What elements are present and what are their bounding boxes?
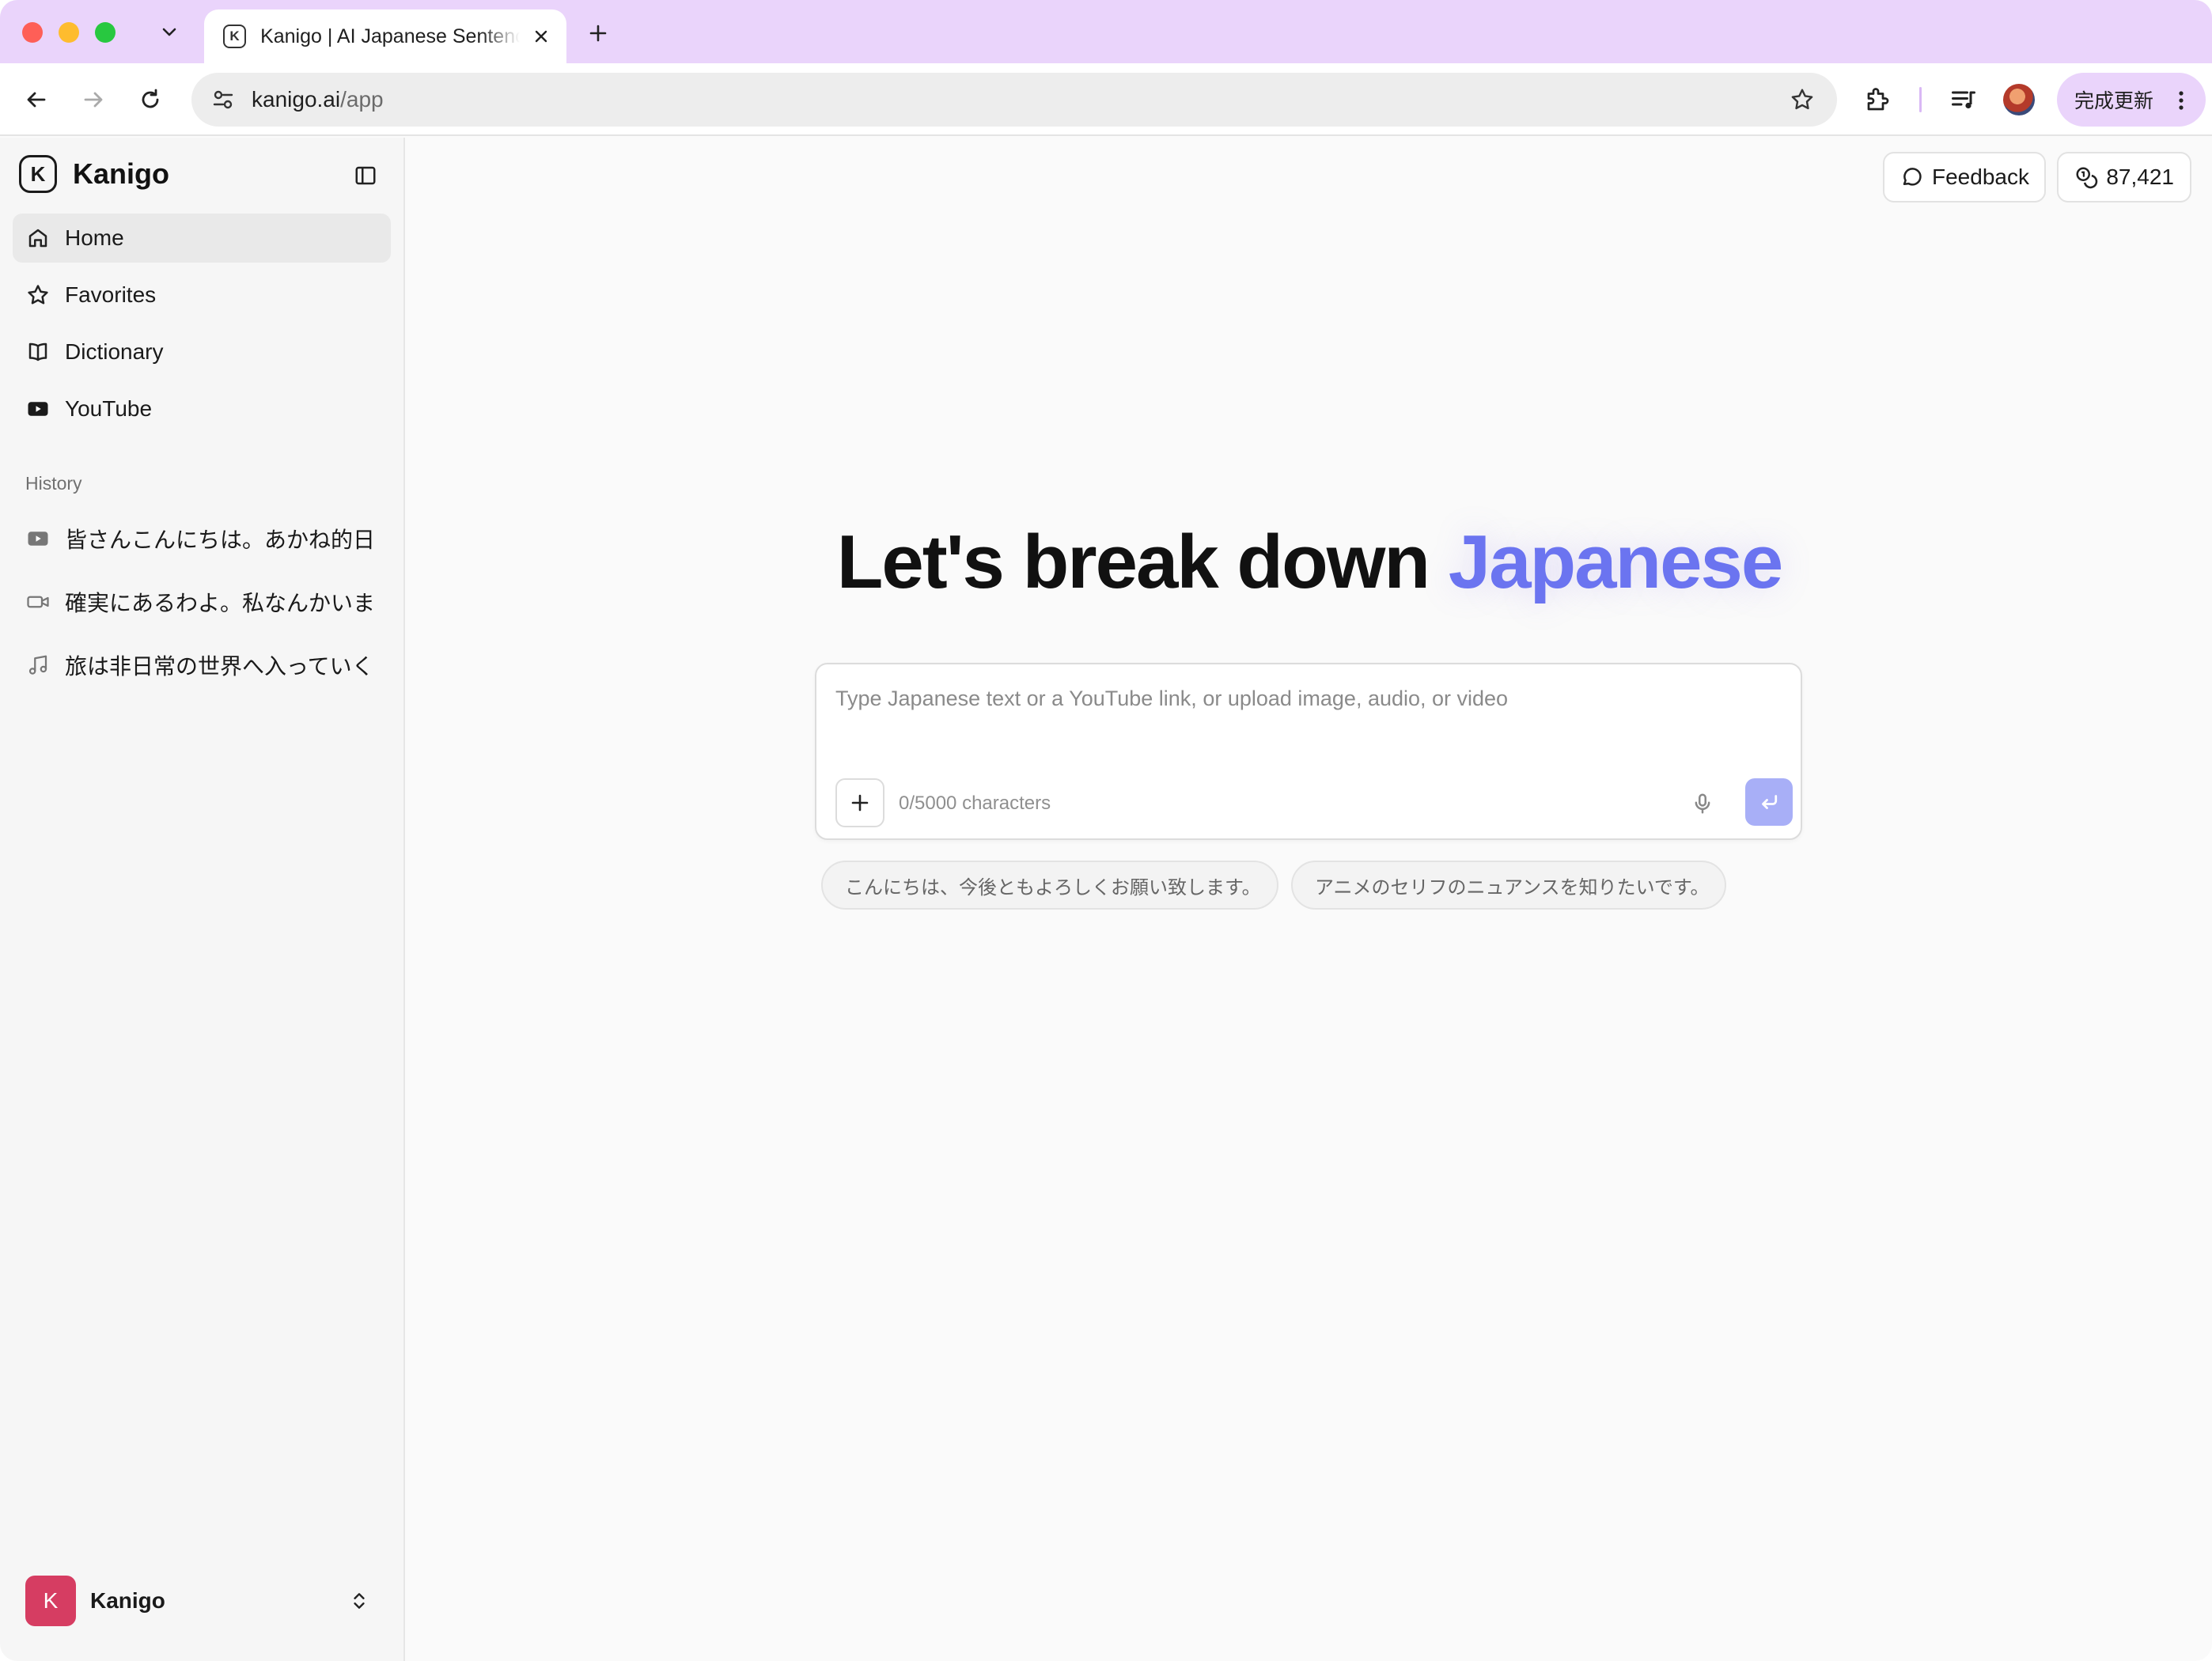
sidebar-item-home[interactable]: Home [13, 214, 391, 263]
youtube-icon [24, 395, 52, 423]
new-tab-button[interactable] [582, 17, 614, 49]
browser-window: K Kanigo | AI Japanese Sentence Breakdow… [0, 0, 2212, 1661]
account-switcher[interactable]: K Kanigo [13, 1569, 391, 1633]
tune-icon [213, 90, 233, 109]
main-content: Feedback 87,421 Let's break down Japanes… [407, 138, 2212, 1661]
history-item-label: 確実にあるわよ。私なんかいま [65, 591, 376, 615]
credits-button[interactable]: 87,421 [2057, 152, 2191, 202]
credits-count: 87,421 [2106, 165, 2174, 189]
chevron-down-icon [162, 28, 176, 36]
reload-button[interactable] [131, 81, 169, 119]
account-name: Kanigo [90, 1588, 165, 1613]
star-icon [1791, 89, 1813, 110]
arrow-right-icon [84, 92, 103, 108]
close-window-button[interactable] [22, 22, 43, 43]
history-item[interactable]: 旅は非日常の世界へ入っていく [13, 641, 391, 690]
message-circle-icon [1900, 164, 1924, 191]
media-controls-button[interactable] [1945, 81, 1983, 119]
toolbar-separator [1919, 87, 1922, 112]
close-icon [535, 30, 547, 43]
reload-icon [142, 89, 159, 108]
history-item[interactable]: 皆さんこんにちは。あかね的日 [13, 514, 391, 563]
maximize-window-button[interactable] [95, 22, 116, 43]
url-domain: kanigo.ai [252, 87, 341, 112]
tab-close-button[interactable] [529, 25, 552, 48]
browser-toolbar: kanigo.ai/app 完成更新 [0, 63, 2212, 136]
extensions-button[interactable] [1859, 81, 1897, 119]
tab-title: Kanigo | AI Japanese Sentence Breakdown [260, 25, 520, 47]
site-settings-button[interactable] [209, 85, 237, 114]
queue-music-icon [1952, 91, 1975, 109]
feedback-label: Feedback [1932, 165, 2029, 189]
profile-avatar[interactable] [2003, 84, 2035, 115]
forward-button[interactable] [74, 81, 112, 119]
coins-icon [2074, 164, 2098, 191]
microphone-button[interactable] [1687, 788, 1718, 819]
panel-left-icon [355, 166, 376, 185]
url-text: kanigo.ai/app [252, 87, 384, 112]
text-input[interactable]: Type Japanese text or a YouTube link, or… [835, 687, 1508, 711]
sidebar-item-favorites[interactable]: Favorites [13, 271, 391, 320]
feedback-button[interactable]: Feedback [1883, 152, 2046, 202]
sidebar-item-youtube[interactable]: YouTube [13, 384, 391, 433]
update-button[interactable]: 完成更新 [2057, 73, 2206, 127]
brand-name: Kanigo [73, 157, 169, 190]
kanigo-favicon: K [223, 25, 247, 48]
tab-search-button[interactable] [155, 17, 184, 46]
sidebar: K Kanigo Home Favorites Dictionary YouTu… [0, 138, 405, 1661]
tab-bar: K Kanigo | AI Japanese Sentence Breakdow… [0, 0, 2212, 63]
attach-button[interactable] [835, 778, 884, 827]
avatar: K [25, 1576, 76, 1626]
chevrons-up-down-icon [345, 1587, 373, 1615]
suggestion-chip[interactable]: こんにちは、今後ともよろしくお願い致します。 [821, 861, 1278, 910]
enter-icon [1762, 795, 1778, 809]
minimize-window-button[interactable] [59, 22, 79, 43]
history-heading: History [25, 473, 82, 494]
title-accent: Japanese [1448, 520, 1784, 604]
plus-icon [851, 794, 869, 812]
history-item-label: 皆さんこんにちは。あかね的日 [65, 528, 376, 552]
brand[interactable]: K Kanigo [19, 155, 169, 193]
sidebar-toggle-button[interactable] [351, 161, 380, 190]
puzzle-icon [1867, 88, 1889, 111]
plus-icon [589, 25, 607, 42]
bookmark-button[interactable] [1788, 85, 1816, 114]
back-button[interactable] [17, 81, 55, 119]
sidebar-item-label: Favorites [65, 282, 157, 307]
youtube-icon [24, 524, 52, 553]
title-main: Let's break down [836, 520, 1430, 604]
page-title: Let's break down Japanese [407, 519, 2212, 606]
kanigo-logo: K [19, 155, 57, 193]
more-vert-icon [2179, 91, 2184, 110]
home-icon [24, 224, 52, 252]
update-button-label: 完成更新 [2074, 90, 2154, 112]
send-button[interactable] [1745, 778, 1793, 826]
microphone-icon [1695, 793, 1710, 814]
arrow-left-icon [27, 92, 46, 108]
sidebar-item-label: Dictionary [65, 339, 164, 364]
suggestion-chip[interactable]: アニメのセリフのニュアンスを知りたいです。 [1291, 861, 1726, 910]
star-icon [24, 281, 52, 309]
browser-tab-active[interactable]: K Kanigo | AI Japanese Sentence Breakdow… [204, 9, 566, 63]
video-icon [24, 588, 52, 616]
history-item-label: 旅は非日常の世界へ入っていく [65, 654, 374, 679]
history-item[interactable]: 確実にあるわよ。私なんかいま [13, 577, 391, 626]
music-icon [24, 651, 52, 679]
book-icon [24, 338, 52, 366]
sidebar-item-label: Home [65, 225, 124, 250]
address-bar[interactable]: kanigo.ai/app [191, 73, 1837, 127]
character-counter: 0/5000 characters [899, 793, 1051, 814]
sidebar-item-label: YouTube [65, 396, 153, 421]
composer: Type Japanese text or a YouTube link, or… [815, 663, 1802, 840]
url-path: /app [340, 87, 384, 112]
sidebar-item-dictionary[interactable]: Dictionary [13, 327, 391, 376]
